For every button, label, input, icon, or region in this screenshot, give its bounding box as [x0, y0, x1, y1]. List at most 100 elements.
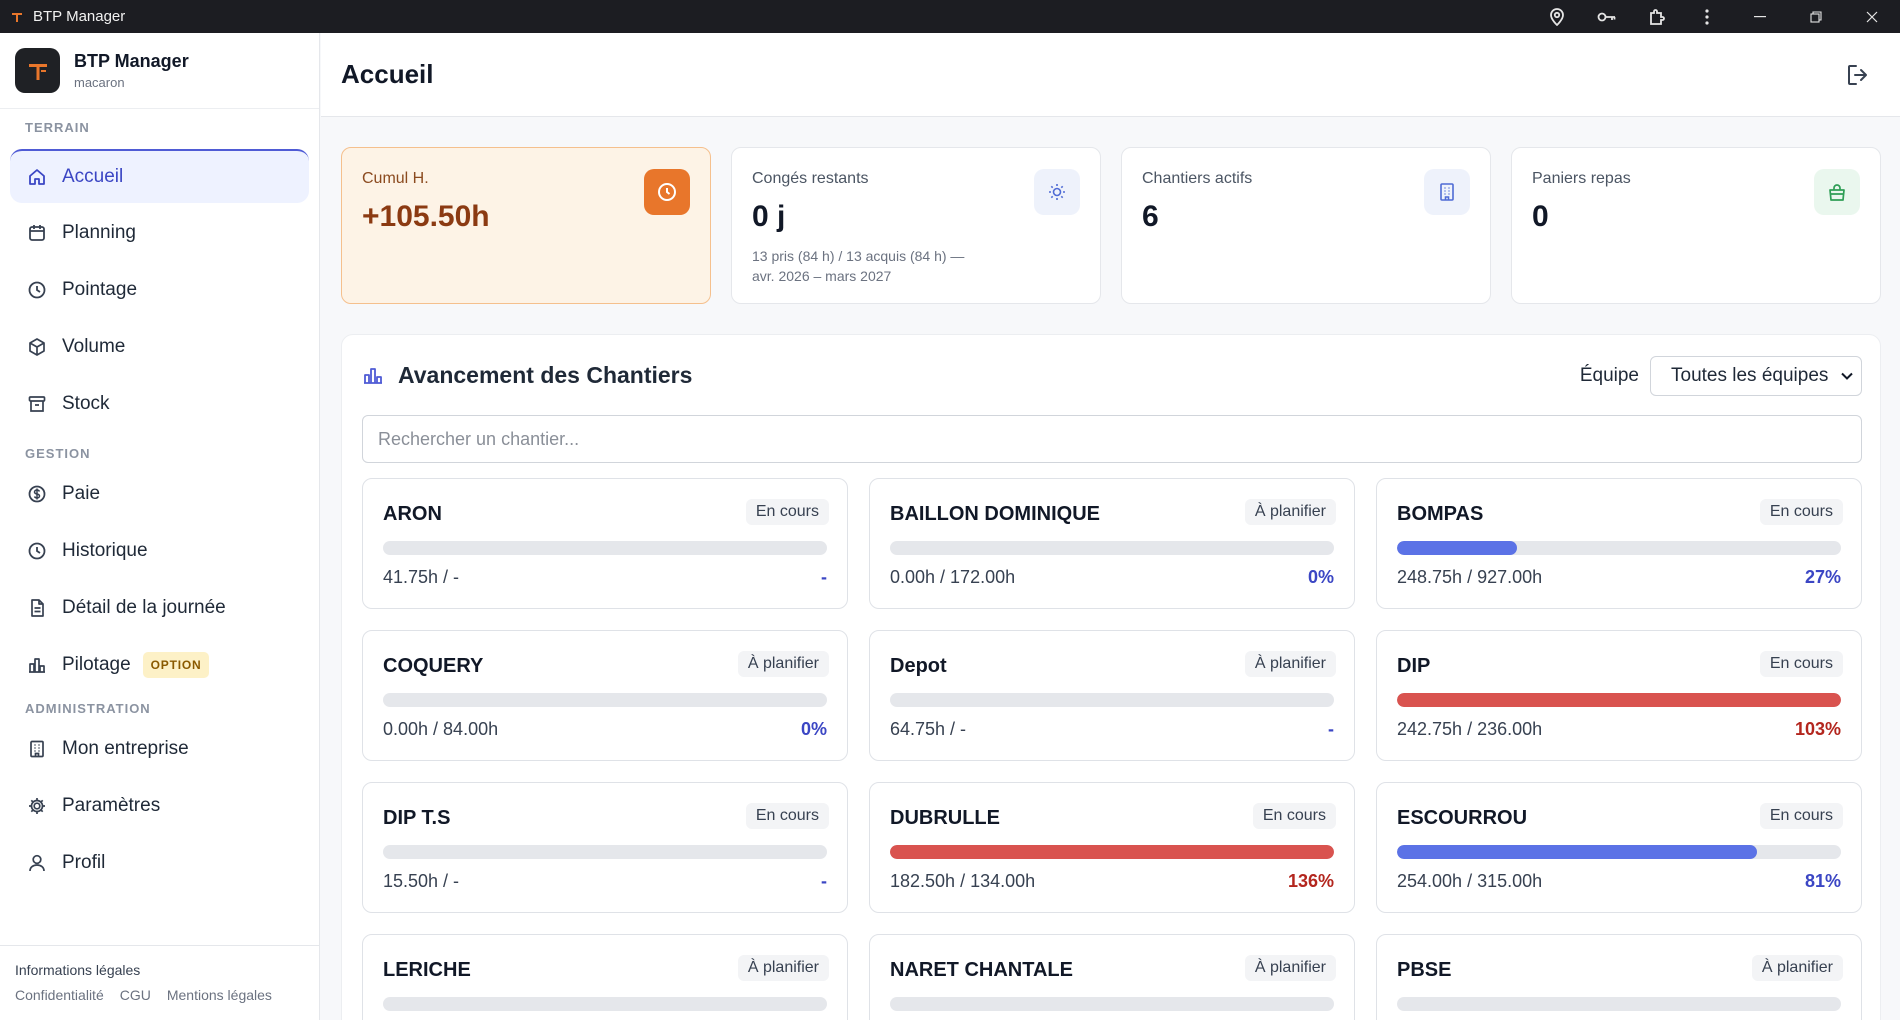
site-card[interactable]: ESCOURROU En cours 254.00h / 315.00h 81%: [1376, 782, 1862, 913]
link-cgu[interactable]: CGU: [120, 987, 151, 1003]
site-card[interactable]: DUBRULLE En cours 182.50h / 134.00h 136%: [869, 782, 1355, 913]
panel-title: Avancement des Chantiers: [398, 361, 693, 388]
progress-bar: [890, 693, 1334, 707]
sidebar-item-detail-journee[interactable]: Détail de la journée: [10, 581, 309, 635]
site-grid: ARON En cours 41.75h / - - BAILLON DOMINIQUE…: [362, 478, 1862, 1020]
sidebar-item-label: Stock: [62, 393, 110, 414]
sidebar-item-historique[interactable]: Historique: [10, 524, 309, 578]
chantiers-panel: Avancement des Chantiers Équipe Toutes l…: [341, 334, 1881, 1020]
brand-user: macaron: [74, 75, 125, 90]
site-name: ESCOURROU: [1397, 807, 1528, 829]
sidebar-item-label: Historique: [62, 540, 148, 561]
window-title: BTP Manager: [33, 8, 126, 25]
sidebar-item-paie[interactable]: Paie: [10, 467, 309, 521]
option-badge: OPTION: [142, 652, 210, 678]
stat-label: Congés restants: [752, 170, 869, 187]
status-badge: En cours: [1759, 651, 1843, 677]
sidebar-footer: Informations légales Confidentialité CGU…: [0, 945, 319, 1019]
site-card[interactable]: DIP T.S En cours 15.50h / - -: [362, 782, 848, 913]
site-name: LERICHE: [383, 959, 471, 981]
status-badge: À planifier: [1751, 955, 1843, 981]
status-badge: En cours: [1252, 803, 1336, 829]
site-card[interactable]: NARET CHANTALE À planifier: [869, 934, 1355, 1020]
site-name: DIP: [1397, 655, 1431, 677]
stat-value: 6: [1142, 200, 1159, 233]
sidebar-item-profil[interactable]: Profil: [10, 836, 309, 890]
sidebar-item-volume[interactable]: Volume: [10, 320, 309, 374]
sidebar-item-label: Détail de la journée: [62, 597, 226, 618]
site-hours: 0.00h / 84.00h: [383, 719, 499, 739]
key-icon[interactable]: [1582, 0, 1632, 33]
sidebar: BTP Manager macaron TERRAIN Accueil Plan…: [0, 33, 320, 1020]
close-icon[interactable]: [1844, 0, 1900, 33]
progress-bar: [1397, 541, 1841, 555]
site-card[interactable]: Depot À planifier 64.75h / - -: [869, 630, 1355, 761]
site-percent: -: [821, 567, 827, 587]
sidebar-item-mon-entreprise[interactable]: Mon entreprise: [10, 722, 309, 776]
stat-card-conges: Congés restants 0 j 13 pris (84 h) / 13 …: [731, 147, 1101, 304]
more-options-icon[interactable]: [1682, 0, 1732, 33]
location-pin-icon[interactable]: [1532, 0, 1582, 33]
progress-bar: [383, 541, 827, 555]
stat-label: Chantiers actifs: [1142, 170, 1253, 187]
sidebar-item-pointage[interactable]: Pointage: [10, 263, 309, 317]
app-icon: [10, 10, 24, 24]
sidebar-item-stock[interactable]: Stock: [10, 377, 309, 431]
site-name: PBSE: [1397, 959, 1452, 981]
site-card[interactable]: PBSE À planifier: [1376, 934, 1862, 1020]
logout-icon[interactable]: [1842, 59, 1874, 91]
brand-name: BTP Manager: [74, 51, 189, 71]
restore-icon[interactable]: [1788, 0, 1844, 33]
link-confidentialite[interactable]: Confidentialité: [15, 987, 104, 1003]
stat-note: 13 pris (84 h) / 13 acquis (84 h) — avr.…: [752, 246, 1080, 286]
gear-icon: [26, 795, 48, 817]
site-percent: -: [1328, 719, 1334, 739]
nav-section-terrain: TERRAIN: [25, 120, 90, 135]
progress-bar-fill: [1397, 845, 1757, 859]
equipe-select-value: Toutes les équipes: [1671, 365, 1829, 386]
sidebar-nav: TERRAIN Accueil Planning Pointage Volume: [0, 109, 319, 890]
sidebar-item-label: Paie: [62, 483, 101, 504]
sidebar-item-accueil[interactable]: Accueil: [10, 149, 309, 203]
stat-value: 0: [1532, 200, 1549, 233]
progress-bar: [1397, 997, 1841, 1011]
clock-icon: [26, 279, 48, 301]
stat-label: Paniers repas: [1532, 170, 1631, 187]
brand: BTP Manager macaron: [0, 33, 319, 109]
sidebar-item-planning[interactable]: Planning: [10, 206, 309, 260]
extensions-icon[interactable]: [1632, 0, 1682, 33]
brand-logo-icon: [15, 48, 60, 93]
sidebar-item-label: Planning: [62, 222, 136, 243]
calendar-icon: [26, 222, 48, 244]
bar-chart-icon: [26, 654, 48, 676]
site-percent: 0%: [800, 719, 827, 739]
stats-row: Cumul H. +105.50h Congés restants 0 j 13…: [341, 147, 1881, 304]
link-mentions-legales[interactable]: Mentions légales: [167, 987, 272, 1003]
site-hours: 248.75h / 927.00h: [1397, 567, 1543, 587]
site-card[interactable]: BOMPAS En cours 248.75h / 927.00h 27%: [1376, 478, 1862, 609]
progress-bar: [890, 997, 1334, 1011]
site-card[interactable]: COQUERY À planifier 0.00h / 84.00h 0%: [362, 630, 848, 761]
equipe-label: Équipe: [1579, 365, 1639, 386]
equipe-select[interactable]: Toutes les équipes: [1650, 356, 1862, 396]
sidebar-item-pilotage[interactable]: Pilotage OPTION: [10, 638, 309, 692]
status-badge: En cours: [1759, 499, 1843, 525]
search-placeholder: Rechercher un chantier...: [378, 428, 580, 449]
site-percent: 103%: [1794, 719, 1841, 739]
site-card[interactable]: ARON En cours 41.75h / - -: [362, 478, 848, 609]
sidebar-item-label: Mon entreprise: [62, 738, 189, 759]
minimize-icon[interactable]: [1732, 0, 1788, 33]
bar-chart-icon: [362, 364, 384, 386]
bag-icon: [1814, 169, 1860, 215]
progress-bar-fill: [1397, 541, 1517, 555]
sidebar-item-parametres[interactable]: Paramètres: [10, 779, 309, 833]
home-icon: [26, 166, 48, 188]
equipe-filter: Équipe Toutes les équipes: [1580, 356, 1862, 396]
stat-note-line: 13 pris (84 h) / 13 acquis (84 h) —: [752, 248, 965, 264]
site-card[interactable]: BAILLON DOMINIQUE À planifier 0.00h / 172.…: [869, 478, 1355, 609]
progress-bar-fill: [1397, 693, 1841, 707]
site-card[interactable]: LERICHE À planifier: [362, 934, 848, 1020]
building-icon: [26, 738, 48, 760]
search-input[interactable]: Rechercher un chantier...: [362, 415, 1862, 463]
site-card[interactable]: DIP En cours 242.75h / 236.00h 103%: [1376, 630, 1862, 761]
